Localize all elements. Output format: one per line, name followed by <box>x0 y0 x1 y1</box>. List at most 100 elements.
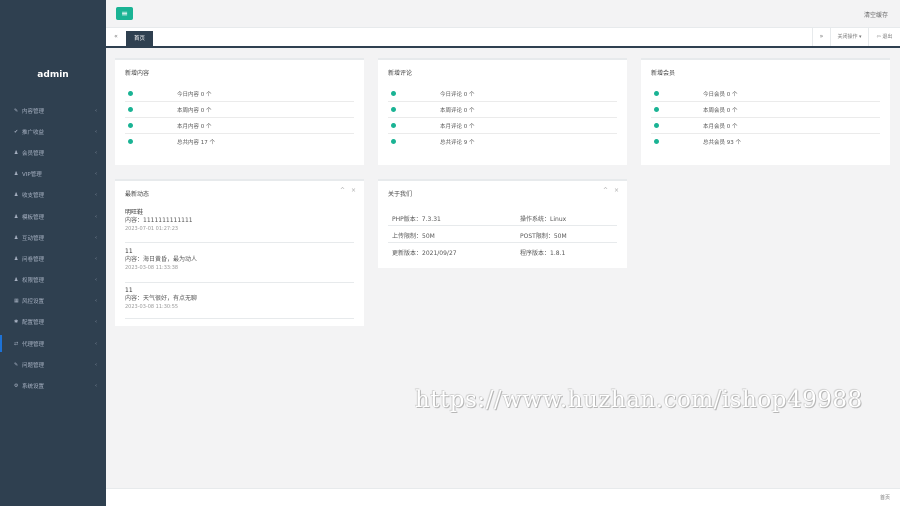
dot-icon <box>654 123 659 128</box>
stat-row: 今日内容 0 个 <box>125 86 354 102</box>
collapse-icon[interactable]: ^ <box>340 187 345 194</box>
stat-row: 今日会员 0 个 <box>651 86 880 102</box>
sidebar-item-interaction[interactable]: ♟ 互动管理 ‹ <box>0 227 106 248</box>
sidebar-item-label: 互动管理 <box>22 235 45 242</box>
sidebar-item-label: 风控设置 <box>22 299 45 306</box>
sidebar-item-templates[interactable]: ♟ 模板管理 ‹ <box>0 206 106 227</box>
chevron-left-icon: ‹ <box>95 277 97 284</box>
chevron-left-icon: ‹ <box>95 192 97 199</box>
card-tools: ^ × <box>599 187 619 194</box>
news-content: 内容：天气很好，有点无聊 <box>125 295 198 302</box>
list-item: 11 内容：海日黄昏，最为动人 2023-03-08 11:33:38 <box>125 248 354 283</box>
chevron-left-icon: ‹ <box>95 298 97 305</box>
stat-text: 今日会员 0 个 <box>703 92 738 98</box>
sidebar-item-promotion[interactable]: ✔ 推广收益 ‹ <box>0 121 106 142</box>
tab-home[interactable]: 首页 <box>126 31 154 48</box>
brand-name: admin <box>37 70 69 80</box>
sidebar-item-label: 会员管理 <box>22 150 45 157</box>
card-title: 新增评论 <box>388 70 413 77</box>
stat-list: 今日内容 0 个 本周内容 0 个 本月内容 0 个 总共内容 17 个 <box>125 86 354 150</box>
os-info: 操作系统：Linux <box>520 216 567 223</box>
dot-icon <box>128 123 133 128</box>
stat-row: 总共内容 17 个 <box>125 134 354 150</box>
sidebar-item-vip[interactable]: ♟ VIP管理 ‹ <box>0 164 106 185</box>
edit-icon: ✎ <box>14 107 19 114</box>
sidebar-item-label: 权限管理 <box>22 278 45 285</box>
exit-button[interactable]: ⇦ 退出 <box>868 28 900 46</box>
stat-row: 本周会员 0 个 <box>651 102 880 118</box>
tab-scroll-right-button[interactable]: » <box>812 28 830 46</box>
about-card: 关于我们 ^ × PHP版本：7.3.31 操作系统：Linux 上传限制：50… <box>378 179 627 268</box>
edit-icon: ✎ <box>14 361 19 368</box>
sidebar-item-label: 问卷管理 <box>22 256 45 263</box>
sidebar-item-label: VIP管理 <box>22 172 42 179</box>
stat-text: 本周内容 0 个 <box>177 108 212 114</box>
upload-limit: 上传限制：50M <box>392 233 435 240</box>
collapse-icon[interactable]: ^ <box>603 187 608 194</box>
dot-icon <box>391 107 396 112</box>
sidebar-item-content[interactable]: ✎ 内容管理 ‹ <box>0 100 106 121</box>
stat-text: 今日内容 0 个 <box>177 92 212 98</box>
sidebar-item-label: 模板管理 <box>22 214 45 221</box>
stat-list: 今日会员 0 个 本周会员 0 个 本月会员 0 个 总共会员 93 个 <box>651 86 880 150</box>
stat-row: 本周内容 0 个 <box>125 102 354 118</box>
asterisk-icon: ✱ <box>14 319 19 326</box>
news-content: 内容：1111111111111 <box>125 217 193 224</box>
sidebar-item-permissions[interactable]: ♟ 权限管理 ‹ <box>0 270 106 291</box>
sidebar-item-label: 收支管理 <box>22 193 45 200</box>
news-content: 内容：海日黄昏，最为动人 <box>125 256 198 263</box>
watermark-text: https://www.huzhan.com/ishop49988 <box>415 387 863 413</box>
chevron-left-icon: ‹ <box>95 213 97 220</box>
chevron-left-icon: ‹ <box>95 171 97 178</box>
stat-text: 总共内容 17 个 <box>177 140 215 146</box>
dot-icon <box>128 139 133 144</box>
sidebar-item-label: 内容管理 <box>22 108 45 115</box>
dot-icon <box>391 123 396 128</box>
sidebar-item-system[interactable]: ⚙ 系统设置 ‹ <box>0 375 106 396</box>
sidebar-item-risk[interactable]: ▦ 风控设置 ‹ <box>0 291 106 312</box>
user-icon: ♟ <box>14 277 19 284</box>
sidebar-item-finance[interactable]: ♟ 收支管理 ‹ <box>0 185 106 206</box>
dot-icon <box>654 139 659 144</box>
news-time: 2023-03-08 11:33:38 <box>125 265 179 271</box>
close-operations-dropdown[interactable]: 关闭操作 ▾ <box>830 28 868 46</box>
sidebar-item-label: 配置管理 <box>22 320 45 327</box>
sidebar-item-config[interactable]: ✱ 配置管理 ‹ <box>0 312 106 333</box>
close-icon[interactable]: × <box>614 187 619 194</box>
user-icon: ♟ <box>14 171 19 178</box>
user-icon: ♟ <box>14 255 19 262</box>
stat-row: 本月评论 0 个 <box>388 118 617 134</box>
sidebar-item-label: 代理管理 <box>22 341 45 348</box>
close-icon[interactable]: × <box>351 187 356 194</box>
stat-card-comments: 新增评论 今日评论 0 个 本周评论 0 个 本月评论 0 个 总共评论 9 个 <box>378 58 627 165</box>
top-bar: ≡ 清空缓存 <box>106 0 900 28</box>
footer-text: 首页 <box>879 495 890 501</box>
list-item: 11 内容：天气很好，有点无聊 2023-03-08 11:30:55 <box>125 287 354 319</box>
stat-list: 今日评论 0 个 本周评论 0 个 本月评论 0 个 总共评论 9 个 <box>388 86 617 150</box>
menu-toggle-button[interactable]: ≡ <box>116 7 133 20</box>
clear-cache-link[interactable]: 清空缓存 <box>864 10 888 19</box>
news-author: 11 <box>125 248 133 255</box>
stat-text: 总共评论 9 个 <box>440 140 475 146</box>
about-row: 更新版本：2021/09/27 程序版本：1.8.1 <box>388 243 617 260</box>
chevron-left-icon: ‹ <box>95 319 97 326</box>
php-version: PHP版本：7.3.31 <box>392 216 441 223</box>
stat-row: 本周评论 0 个 <box>388 102 617 118</box>
sidebar-item-members[interactable]: ♟ 会员管理 ‹ <box>0 142 106 163</box>
tab-scroll-left-button[interactable]: « <box>110 33 122 40</box>
footer: 首页 <box>106 488 900 506</box>
sidebar-item-survey[interactable]: ♟ 问卷管理 ‹ <box>0 248 106 269</box>
news-card: 最新动态 ^ × 明旺鞋 内容：1111111111111 2023-07-01… <box>115 179 364 326</box>
news-author: 明旺鞋 <box>125 209 144 216</box>
news-time: 2023-03-08 11:30:55 <box>125 304 179 310</box>
sidebar-item-questions[interactable]: ✎ 问题管理 ‹ <box>0 354 106 375</box>
card-title: 关于我们 <box>388 191 413 198</box>
sidebar-item-agents[interactable]: ⇄ 代理管理 ‹ <box>0 333 106 354</box>
card-title: 最新动态 <box>125 191 150 198</box>
user-icon: ♟ <box>14 234 19 241</box>
chevron-left-icon: ‹ <box>95 255 97 262</box>
stat-card-members: 新增会员 今日会员 0 个 本周会员 0 个 本月会员 0 个 总共会员 93 … <box>641 58 890 165</box>
update-version: 更新版本：2021/09/27 <box>392 250 457 257</box>
chevron-left-icon: ‹ <box>95 149 97 156</box>
sidebar-menu: ✎ 内容管理 ‹ ✔ 推广收益 ‹ ♟ 会员管理 ‹ ♟ VIP管理 ‹ ♟ 收… <box>0 100 106 397</box>
